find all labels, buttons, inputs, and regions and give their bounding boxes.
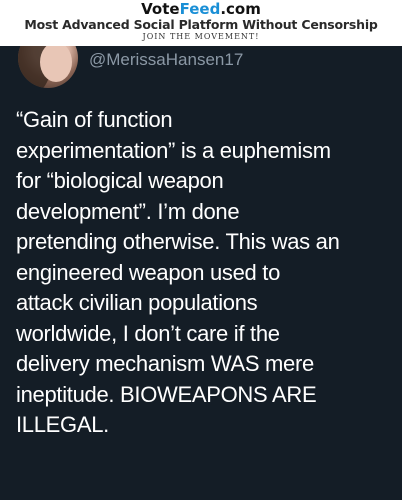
brand-highlight: Feed [179,0,221,18]
tweet-text: “Gain of function experimentation” is a … [16,107,340,437]
brand-prefix: Vote [141,0,180,18]
site-banner: VoteFeed.com Most Advanced Social Platfo… [0,0,402,46]
user-handle[interactable]: @MerissaHansen17 [89,50,243,70]
movement-slogan: JOIN THE MOVEMENT! [142,32,260,41]
brand-suffix: .com [220,0,261,18]
site-tagline: Most Advanced Social Platform Without Ce… [24,17,378,32]
brand-logo[interactable]: VoteFeed.com [0,1,402,18]
avatar-face [40,42,72,82]
